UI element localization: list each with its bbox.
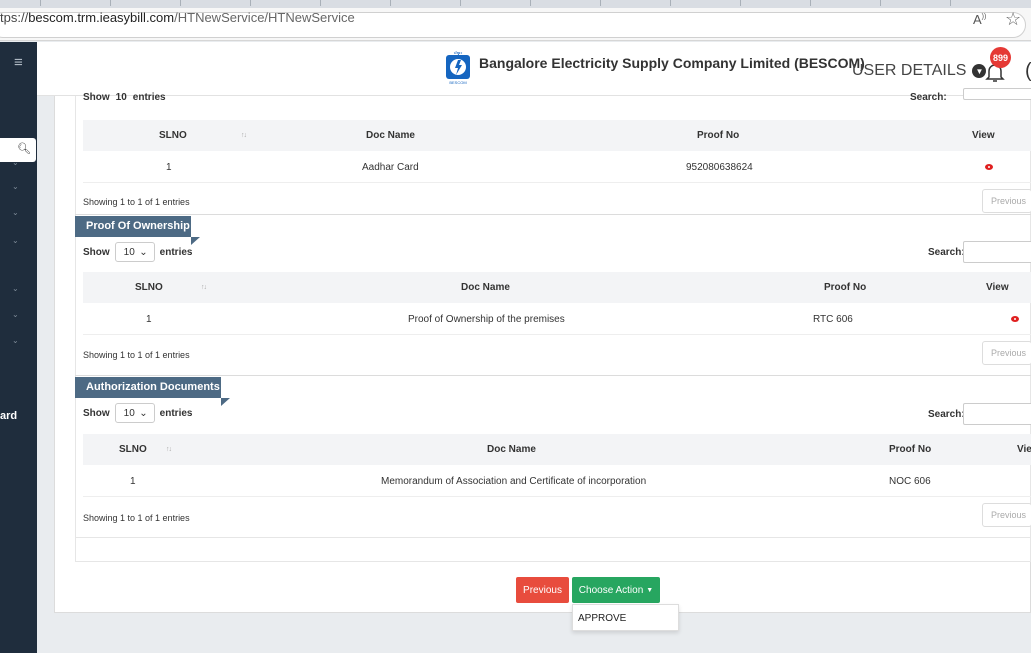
chevron-down-icon[interactable]: ⌄: [12, 310, 19, 319]
url-host: bescom.trm.ieasybill.com: [28, 10, 175, 25]
showing-entries-text: Showing 1 to 1 of 1 entries: [83, 197, 190, 207]
star-icon[interactable]: ☆: [1005, 9, 1021, 30]
show-label: Show: [83, 407, 110, 419]
show-entries-control[interactable]: Show 10 entries: [83, 92, 166, 100]
entries-select[interactable]: 10 ⌄: [114, 242, 155, 262]
user-details-label: USER DETAILS: [852, 62, 967, 79]
show-label: Show: [83, 92, 110, 100]
entries-select-value: 10: [123, 246, 135, 258]
column-header-view[interactable]: Vie: [1017, 444, 1031, 455]
search-label: Search:: [928, 409, 965, 420]
chevron-down-icon[interactable]: ⌄: [12, 182, 19, 191]
pagination-previous-button[interactable]: Previous: [982, 341, 1031, 365]
cell-proof-no: RTC 606: [813, 314, 853, 325]
choose-action-dropdown: APPROVE: [572, 604, 679, 631]
approve-option[interactable]: APPROVE: [578, 613, 626, 624]
read-aloud-icon[interactable]: A)): [973, 12, 986, 27]
sort-icon[interactable]: ↑↓: [201, 284, 207, 291]
browser-tab-strip: [0, 0, 1031, 8]
column-header-slno[interactable]: SLNO: [135, 282, 163, 293]
table-row: 1 Proof of Ownership of the premises RTC…: [83, 303, 1031, 335]
showing-entries-text: Showing 1 to 1 of 1 entries: [83, 513, 190, 523]
pagination-previous-button[interactable]: Previous: [982, 503, 1031, 527]
chevron-down-icon: ⌄: [139, 407, 148, 419]
section-title-authorization-documents: Authorization Documents: [75, 377, 230, 406]
cell-proof-no: 952080638624: [686, 162, 753, 173]
previous-button[interactable]: Previous: [516, 577, 569, 603]
search-input[interactable]: [963, 241, 1031, 263]
show-select[interactable]: 10: [116, 92, 127, 100]
cell-doc-name: Aadhar Card: [362, 162, 419, 173]
chevron-down-icon[interactable]: ⌄: [12, 336, 19, 345]
column-header-proof-no[interactable]: Proof No: [824, 282, 866, 293]
section-divider: [75, 214, 1031, 215]
entries-label: entries: [132, 92, 166, 100]
showing-entries-text: Showing 1 to 1 of 1 entries: [83, 350, 190, 360]
search-label: Search:: [910, 92, 947, 100]
table-row: 1 Aadhar Card 952080638624: [83, 151, 1031, 183]
caret-down-icon: ▼: [646, 586, 654, 594]
section-title-proof-of-ownership: Proof Of Ownership: [75, 216, 200, 245]
column-header-doc-name[interactable]: Doc Name: [461, 282, 510, 293]
svg-text:BESCOM: BESCOM: [449, 80, 466, 85]
search-label: Search:: [928, 247, 965, 258]
cell-proof-no: NOC 606: [889, 476, 931, 487]
pagination-previous-button[interactable]: Previous: [982, 189, 1031, 213]
table-header: SLNO ↑↓ Doc Name Proof No Vie: [83, 434, 1031, 465]
sort-icon[interactable]: ↑↓: [241, 132, 247, 139]
user-details-menu[interactable]: USER DETAILS ▼: [852, 62, 987, 80]
chevron-down-icon[interactable]: ⌄: [12, 284, 19, 293]
search-input[interactable]: [963, 88, 1031, 100]
sidebar: ≡ 🔍︎ ⌄ ⌄ ⌄ ⌄ ⌄ ⌄ ⌄ ard: [0, 42, 37, 653]
section-divider: [75, 375, 1031, 376]
cell-slno: 1: [146, 314, 152, 325]
company-name: Bangalore Electricity Supply Company Lim…: [479, 55, 865, 71]
search-input[interactable]: [963, 403, 1031, 425]
column-header-slno[interactable]: SLNO: [159, 130, 187, 141]
choose-action-button[interactable]: Choose Action ▼: [572, 577, 660, 603]
hamburger-menu-icon[interactable]: ≡: [14, 54, 23, 71]
entries-select[interactable]: 10 ⌄: [114, 403, 155, 423]
settings-icon[interactable]: (: [1025, 60, 1031, 83]
table-row: 1 Memorandum of Association and Certific…: [83, 465, 1031, 497]
column-header-proof-no[interactable]: Proof No: [889, 444, 931, 455]
section-divider: [75, 537, 1031, 538]
choose-action-label: Choose Action: [578, 584, 644, 596]
column-header-view[interactable]: View: [986, 282, 1009, 293]
entries-label: entries: [159, 407, 193, 419]
notification-badge: 899: [990, 47, 1011, 68]
cell-slno: 1: [130, 476, 136, 487]
chevron-down-icon: ⌄: [139, 246, 148, 258]
url-scheme: tps://: [0, 10, 29, 25]
chevron-down-icon[interactable]: ⌄: [12, 158, 19, 167]
view-eye-icon[interactable]: [1011, 316, 1019, 322]
chevron-down-icon[interactable]: ⌄: [12, 236, 19, 245]
show-entries-control: Show 10 ⌄ entries: [83, 242, 192, 262]
chevron-down-icon[interactable]: ⌄: [12, 208, 19, 217]
show-entries-control: Show 10 ⌄ entries: [83, 403, 192, 423]
url-path: /HTNewService/HTNewService: [174, 10, 355, 25]
column-header-slno[interactable]: SLNO: [119, 444, 147, 455]
entries-select-value: 10: [123, 407, 135, 419]
cell-slno: 1: [166, 162, 172, 173]
cell-doc-name: Proof of Ownership of the premises: [408, 314, 565, 325]
bescom-logo: ಬೆಸ್ಕಾಂ BESCOM: [446, 50, 470, 85]
entries-label: entries: [159, 246, 193, 258]
view-eye-icon[interactable]: [985, 164, 993, 170]
table-header: SLNO ↑↓ Doc Name Proof No View: [83, 120, 1031, 151]
sort-icon[interactable]: ↑↓: [166, 446, 172, 453]
url-text[interactable]: tps://bescom.trm.ieasybill.com/HTNewServ…: [0, 10, 355, 25]
column-header-doc-name[interactable]: Doc Name: [366, 130, 415, 141]
search-icon[interactable]: 🔍︎: [17, 142, 31, 155]
column-header-view[interactable]: View: [972, 130, 995, 141]
show-label: Show: [83, 246, 110, 258]
app-header: ಬೆಸ್ಕಾಂ BESCOM Bangalore Electricity Sup…: [37, 42, 1031, 96]
column-header-proof-no[interactable]: Proof No: [697, 130, 739, 141]
sidebar-item-label[interactable]: ard: [0, 410, 17, 422]
cell-doc-name: Memorandum of Association and Certificat…: [381, 476, 647, 487]
table-header: SLNO ↑↓ Doc Name Proof No View: [83, 272, 1031, 303]
column-header-doc-name[interactable]: Doc Name: [487, 444, 536, 455]
